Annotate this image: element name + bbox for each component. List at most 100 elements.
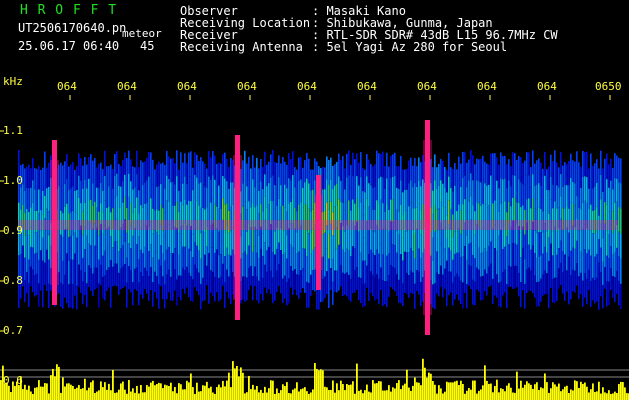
noise-column-segment <box>46 270 48 291</box>
noise-column-segment <box>452 282 454 306</box>
noise-column-segment <box>138 259 140 283</box>
noise-column-segment <box>582 150 584 177</box>
noise-column-segment <box>554 150 556 176</box>
noise-column-segment <box>114 175 116 198</box>
signal-bar <box>186 380 188 400</box>
x-tick-label: 064 <box>417 80 437 93</box>
noise-column-segment <box>194 174 196 198</box>
noise-column-segment <box>416 187 418 208</box>
noise-column-segment <box>342 249 344 273</box>
signal-bar <box>420 385 422 400</box>
noise-column-segment <box>228 232 230 255</box>
x-tick-label: 064 <box>57 80 77 93</box>
noise-column-segment <box>420 258 422 283</box>
noise-column-segment <box>338 199 340 223</box>
noise-column-segment <box>18 150 20 177</box>
noise-column-segment <box>206 246 208 266</box>
noise-column-segment <box>202 254 204 278</box>
noise-column-segment <box>516 181 518 203</box>
noise-column-segment <box>592 165 594 189</box>
signal-bar <box>586 386 588 400</box>
noise-column-segment <box>522 269 524 291</box>
noise-column-segment <box>540 232 542 256</box>
meteor-count: 45 <box>140 39 155 53</box>
noise-column-segment <box>204 163 206 187</box>
noise-column-segment <box>444 187 446 208</box>
noise-column-segment <box>434 257 436 284</box>
signal-bar <box>28 385 30 400</box>
noise-column-segment <box>266 186 268 208</box>
noise-column-segment <box>140 160 142 183</box>
noise-column-segment <box>386 255 388 282</box>
noise-column-segment <box>198 250 200 273</box>
noise-column-segment <box>298 181 300 205</box>
noise-column-segment <box>334 228 336 250</box>
noise-column-segment <box>578 230 580 254</box>
noise-column-segment <box>564 231 566 255</box>
signal-bar <box>208 388 210 400</box>
signal-bar <box>538 389 540 400</box>
signal-bar <box>388 385 390 400</box>
noise-column-segment <box>462 256 464 283</box>
noise-column-segment <box>190 251 192 276</box>
noise-column-segment <box>490 197 492 220</box>
signal-bar <box>590 389 592 400</box>
signal-bar <box>592 383 594 400</box>
noise-column-segment <box>546 231 548 253</box>
noise-column-segment <box>212 247 214 272</box>
noise-column-segment <box>456 231 458 253</box>
noise-column-segment <box>616 178 618 202</box>
signal-bar <box>328 389 330 400</box>
noise-column-segment <box>194 242 196 265</box>
noise-column-segment <box>440 265 442 287</box>
signal-bar <box>366 384 368 400</box>
noise-column-segment <box>514 243 516 266</box>
noise-column-segment <box>192 167 194 191</box>
noise-column-segment <box>366 265 368 288</box>
noise-column-segment <box>572 160 574 183</box>
noise-column-segment <box>172 229 174 254</box>
signal-bar <box>410 390 412 400</box>
noise-column-segment <box>282 278 284 304</box>
noise-column-segment <box>126 282 128 308</box>
signal-bar <box>214 393 216 400</box>
noise-column-segment <box>132 235 134 260</box>
noise-column-segment <box>558 227 560 249</box>
signal-bar <box>228 372 230 400</box>
noise-column-segment <box>562 272 564 294</box>
noise-column-segment <box>604 158 606 181</box>
noise-column-segment <box>124 174 126 198</box>
noise-column-segment <box>306 178 308 205</box>
noise-column-segment <box>174 226 176 249</box>
noise-column-segment <box>520 157 522 183</box>
noise-column-segment <box>274 254 276 278</box>
noise-column-segment <box>578 276 580 300</box>
noise-column-segment <box>82 234 84 258</box>
signal-bar <box>374 383 376 400</box>
noise-column-segment <box>34 253 36 276</box>
noise-column-segment <box>158 284 160 309</box>
signal-bar <box>332 380 334 400</box>
signal-bar <box>612 393 614 400</box>
noise-column-segment <box>530 167 532 188</box>
noise-column-segment <box>348 250 350 276</box>
noise-column-segment <box>244 175 246 202</box>
noise-column-segment <box>510 266 512 287</box>
noise-column-segment <box>252 227 254 252</box>
noise-column-segment <box>486 163 488 186</box>
noise-column-segment <box>184 176 186 200</box>
y-unit-label: kHz <box>3 75 23 88</box>
spectrogram <box>0 95 629 400</box>
noise-column-segment <box>498 164 500 189</box>
signal-bar <box>62 377 64 400</box>
noise-column-segment <box>346 153 348 178</box>
noise-column-segment <box>570 250 572 276</box>
noise-column-segment <box>314 158 316 181</box>
signal-bar <box>182 389 184 400</box>
signal-bar <box>38 380 40 400</box>
noise-column-segment <box>410 248 412 271</box>
signal-bar <box>318 370 320 400</box>
noise-column-segment <box>362 260 364 285</box>
noise-column-segment <box>60 162 62 187</box>
signal-bar <box>394 388 396 400</box>
